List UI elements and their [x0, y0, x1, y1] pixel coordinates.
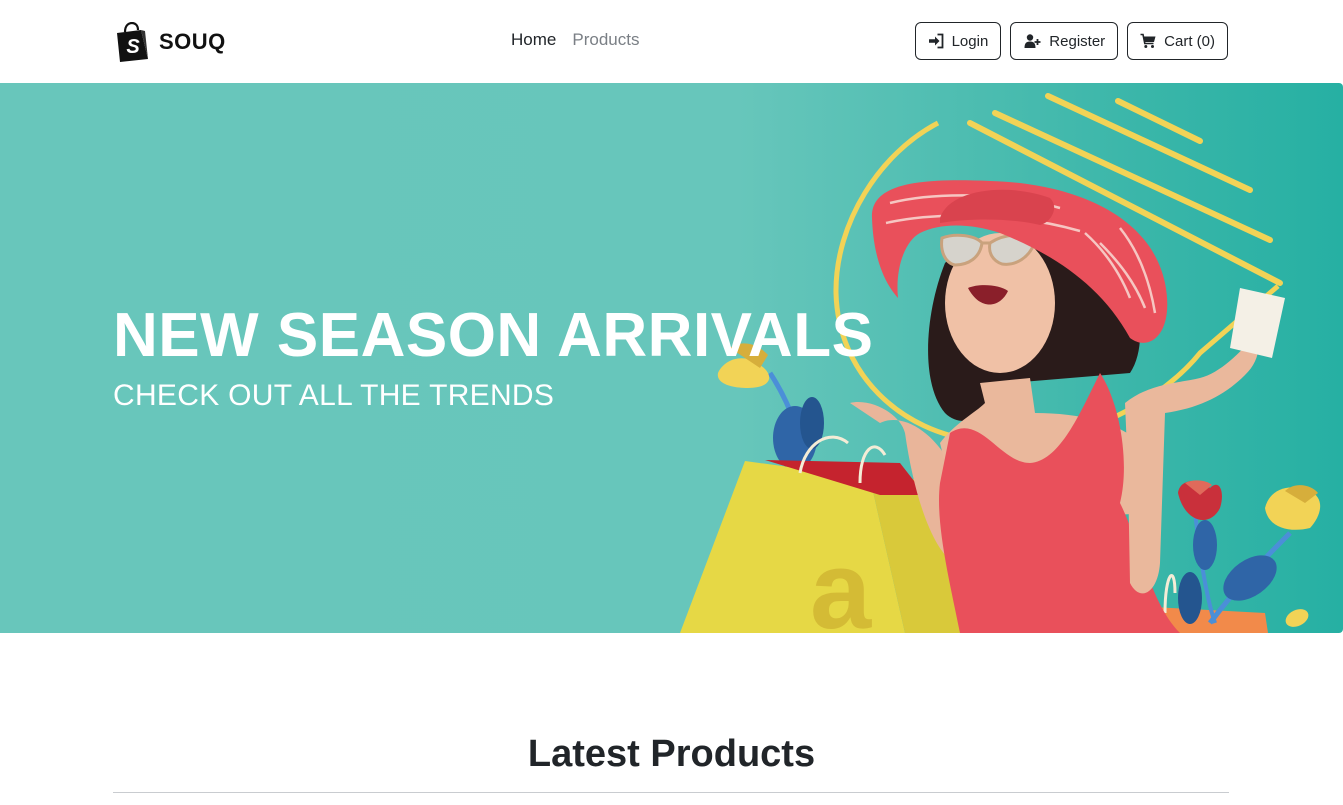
- login-button[interactable]: Login: [914, 22, 1002, 60]
- hero-text: NEW SEASON ARRIVALS CHECK OUT ALL THE TR…: [113, 305, 873, 413]
- shopping-bag-logo-icon: S: [117, 22, 148, 62]
- register-button[interactable]: Register: [1010, 22, 1119, 60]
- sign-in-icon: [928, 33, 943, 49]
- navbar: S SOUQ Home Products Login Register Cart…: [0, 0, 1343, 83]
- main-nav: Home Products: [511, 30, 639, 50]
- nav-link-products[interactable]: Products: [572, 30, 639, 50]
- nav-link-home[interactable]: Home: [511, 30, 556, 50]
- woman-arm-right: [1125, 335, 1259, 594]
- cart-button[interactable]: Cart (0): [1127, 22, 1228, 60]
- nav-actions: Login Register Cart (0): [914, 22, 1228, 60]
- section-divider: [113, 792, 1229, 793]
- user-plus-icon: [1024, 34, 1041, 48]
- brand-name: SOUQ: [159, 29, 226, 54]
- svg-text:a: a: [810, 529, 872, 633]
- hero-banner: a NEW SEASON ARRIVALS CHECK OUT ALL THE …: [0, 83, 1343, 633]
- shopping-cart-icon: [1140, 33, 1156, 48]
- brand-link[interactable]: S SOUQ: [114, 22, 226, 62]
- cart-label: Cart (0): [1164, 32, 1215, 50]
- login-label: Login: [951, 32, 989, 50]
- flowers-right: [1178, 480, 1321, 627]
- svg-text:S: S: [126, 36, 140, 58]
- hero-subtitle: CHECK OUT ALL THE TRENDS: [113, 379, 555, 412]
- latest-products-heading: Latest Products: [527, 733, 816, 775]
- hero-title: NEW SEASON ARRIVALS: [113, 301, 874, 370]
- card: [1230, 288, 1285, 358]
- register-label: Register: [1049, 32, 1106, 50]
